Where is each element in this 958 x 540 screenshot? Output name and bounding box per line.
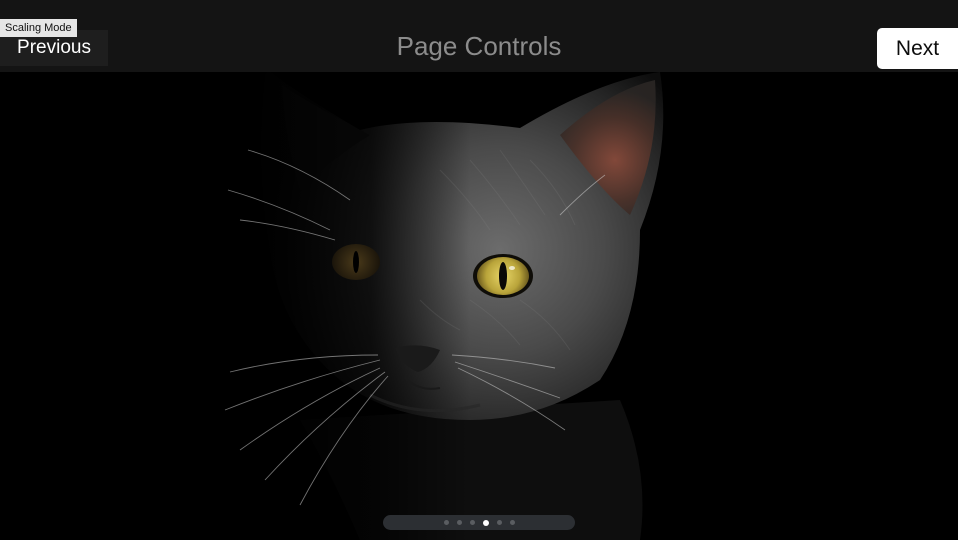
- page-dots: [383, 515, 575, 530]
- next-button[interactable]: Next: [877, 28, 958, 69]
- scaling-mode-label[interactable]: Scaling Mode: [0, 19, 77, 37]
- page-indicator[interactable]: [383, 515, 575, 530]
- page-controls-app: Page Controls Scaling Mode Previous Next: [0, 0, 958, 540]
- page-title: Page Controls: [396, 31, 562, 61]
- page-dot[interactable]: [443, 520, 449, 525]
- page-dot[interactable]: [509, 520, 515, 525]
- page-dot-active[interactable]: [482, 519, 489, 526]
- cat-photo-image: [0, 72, 958, 540]
- page-dot[interactable]: [496, 520, 502, 525]
- navigation-header: Page Controls: [0, 0, 958, 72]
- page-dot[interactable]: [469, 520, 475, 525]
- page-dot[interactable]: [456, 520, 462, 525]
- cat-photo: [0, 72, 958, 540]
